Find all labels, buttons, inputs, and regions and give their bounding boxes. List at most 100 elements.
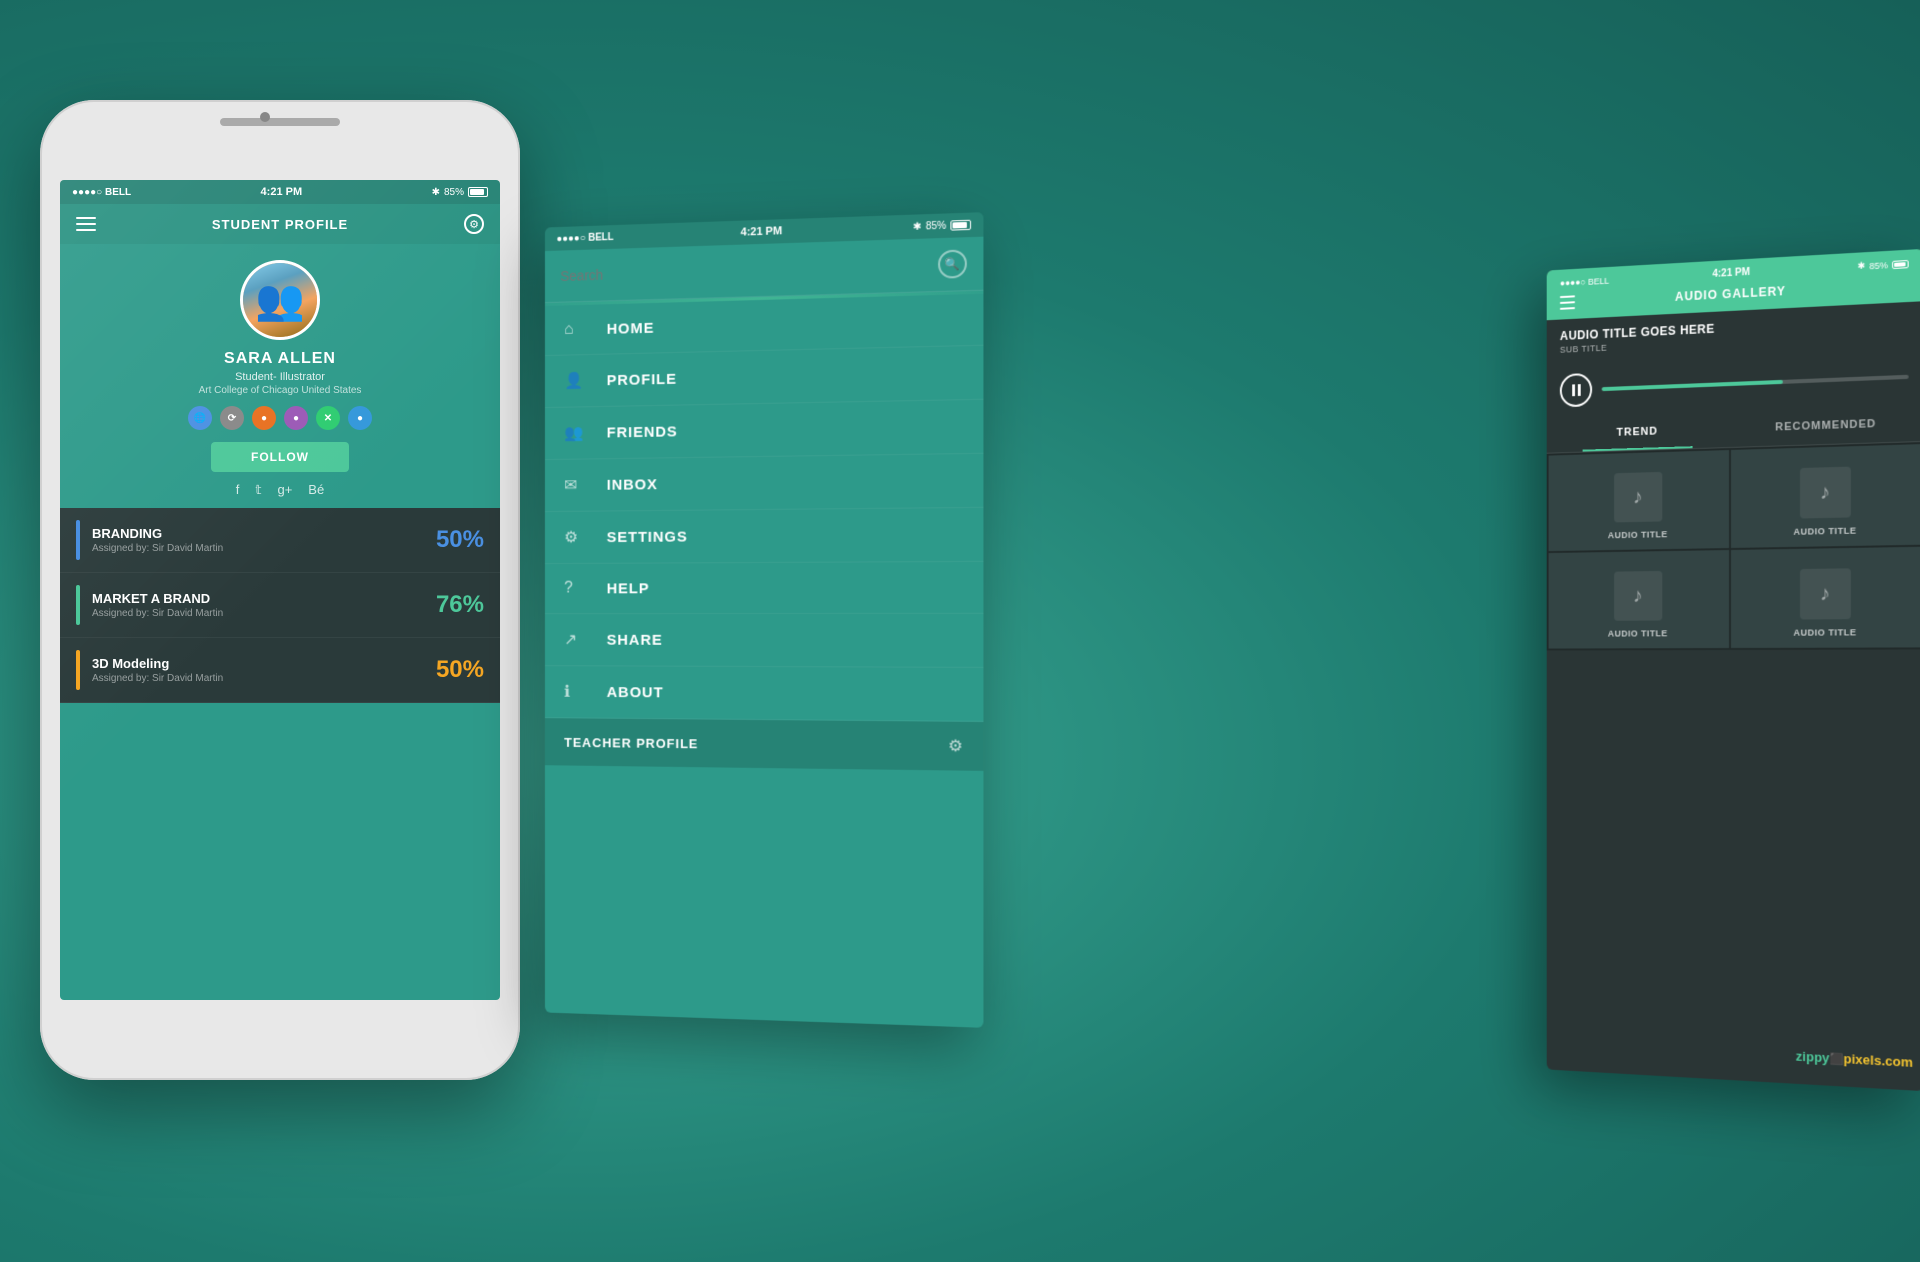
audio-card-3[interactable]: ♪ AUDIO TITLE (1549, 550, 1729, 649)
social-icon-refresh[interactable]: ⟳ (220, 406, 244, 430)
menu-label-home: HOME (607, 319, 655, 337)
battery-3: ✱ 85% (1857, 258, 1908, 272)
skill-name-3: 3D Modeling (92, 656, 436, 671)
pause-bar-left (1572, 384, 1575, 396)
menu-item-inbox[interactable]: ✉ INBOX (545, 454, 983, 512)
skill-bar-3d (76, 650, 80, 690)
battery-bar-3 (1892, 259, 1909, 268)
behance-link[interactable]: Bé (308, 482, 324, 498)
phone1-body: ●●●●○ BELL 4:21 PM ✱ 85% STUDENT PROFILE… (40, 100, 520, 1080)
menu-label-friends: FRIENDS (607, 423, 678, 441)
bluetooth-icon-1: ✱ (432, 187, 440, 198)
watermark: zippy⬛pixels.com (1796, 1048, 1913, 1070)
menu-item-settings[interactable]: ⚙ SETTINGS (545, 508, 983, 564)
social-icons-row: 🌐 ⟳ ● ● ✕ ● (188, 406, 372, 430)
hamburger-line-3 (76, 229, 96, 231)
audio-card-title-3: AUDIO TITLE (1608, 628, 1668, 638)
skill-percent-3: 50% (436, 656, 484, 684)
battery-percent-1: 85% (444, 187, 464, 198)
battery-bar-1 (468, 187, 488, 197)
watermark-dot: ⬛ (1830, 1053, 1844, 1066)
hamburger-line-2 (76, 223, 96, 225)
menu-item-profile[interactable]: 👤 PROFILE (545, 346, 983, 408)
audio-card-2[interactable]: ♪ AUDIO TITLE (1731, 444, 1920, 548)
twitter-link[interactable]: 𝕥 (255, 482, 261, 498)
social-links: f 𝕥 g+ Bé (236, 482, 324, 498)
skill-percent-1: 50% (436, 526, 484, 554)
menu-item-share[interactable]: ↗ SHARE (545, 614, 983, 668)
skill-name-1: BRANDING (92, 526, 436, 541)
audio-card-1[interactable]: ♪ AUDIO TITLE (1549, 450, 1729, 551)
teacher-profile-gear-icon: ⚙ (948, 736, 963, 757)
watermark-pixels: pixels.com (1843, 1051, 1912, 1070)
follow-button[interactable]: FOLLOW (211, 442, 349, 472)
skill-item-3: 3D Modeling Assigned by: Sir David Marti… (60, 638, 500, 703)
menu-label-inbox: INBOX (607, 476, 658, 493)
search-icon[interactable]: 🔍 (938, 249, 967, 278)
battery-area-1: ✱ 85% (432, 187, 488, 198)
skill-name-2: MARKET A BRAND (92, 591, 436, 606)
music-note-icon-2: ♪ (1799, 467, 1850, 519)
menu-item-help[interactable]: ? HELP (545, 562, 983, 614)
teacher-profile-label: TEACHER PROFILE (564, 735, 698, 751)
phone1-wrapper: ●●●●○ BELL 4:21 PM ✱ 85% STUDENT PROFILE… (40, 100, 520, 1080)
avatar (240, 260, 320, 340)
help-icon: ? (564, 580, 591, 598)
pause-icon (1572, 384, 1581, 396)
about-icon: ℹ (564, 682, 591, 702)
audio-card-title-4: AUDIO TITLE (1793, 627, 1856, 637)
audio-card-4[interactable]: ♪ AUDIO TITLE (1731, 547, 1920, 648)
skill-percent-2: 76% (436, 591, 484, 619)
skill-assigned-3: Assigned by: Sir David Martin (92, 673, 436, 684)
progress-bar[interactable] (1602, 375, 1909, 391)
time-3: 4:21 PM (1712, 267, 1749, 280)
social-icon-orange[interactable]: ● (252, 406, 276, 430)
social-icon-web[interactable]: 🌐 (188, 406, 212, 430)
phone3-screen: ●●●●○ BELL 4:21 PM ✱ 85% AUDIO GALLERY (1547, 249, 1920, 1091)
audio-card-title-2: AUDIO TITLE (1793, 525, 1856, 536)
carrier-2: ●●●●○ BELL (556, 232, 613, 245)
user-title: Student- Illustrator (235, 371, 325, 383)
hamburger-line-a3 (1560, 307, 1575, 310)
teacher-profile-bar[interactable]: TEACHER PROFILE ⚙ (545, 718, 983, 771)
bluetooth-3: ✱ (1857, 260, 1865, 272)
menu-item-about[interactable]: ℹ ABOUT (545, 666, 983, 722)
pause-button[interactable] (1560, 373, 1592, 408)
audio-grid: ♪ AUDIO TITLE ♪ AUDIO TITLE ♪ AUDIO TITL… (1547, 442, 1920, 651)
inbox-icon: ✉ (564, 475, 591, 495)
menu-label-help: HELP (607, 580, 650, 597)
skill-item-2: MARKET A BRAND Assigned by: Sir David Ma… (60, 573, 500, 638)
googleplus-link[interactable]: g+ (277, 482, 292, 498)
battery-fill-2 (952, 222, 967, 229)
skill-assigned-2: Assigned by: Sir David Martin (92, 608, 436, 619)
battery-fill-1 (470, 189, 484, 195)
skill-bar-branding (76, 520, 80, 560)
hamburger-icon-audio[interactable] (1560, 295, 1575, 309)
menu-item-friends[interactable]: 👥 FRIENDS (545, 400, 983, 460)
time-2: 4:21 PM (741, 225, 782, 238)
profile-icon: 👤 (564, 371, 591, 391)
settings-icon-1[interactable]: ⚙ (464, 214, 484, 234)
skill-info-1: BRANDING Assigned by: Sir David Martin (92, 526, 436, 554)
menu-label-settings: SETTINGS (607, 528, 688, 545)
tab-trend[interactable]: TREND (1547, 411, 1730, 453)
facebook-link[interactable]: f (236, 482, 240, 498)
carrier-1: ●●●●○ BELL (72, 187, 131, 198)
avatar-image (243, 263, 317, 337)
skill-info-2: MARKET A BRAND Assigned by: Sir David Ma… (92, 591, 436, 619)
social-icon-blue[interactable]: ● (348, 406, 372, 430)
social-icon-purple[interactable]: ● (284, 406, 308, 430)
hamburger-icon[interactable] (76, 217, 96, 231)
watermark-zippy: zippy (1796, 1048, 1830, 1065)
battery-fill-3 (1894, 262, 1906, 267)
app-title-1: STUDENT PROFILE (212, 217, 348, 232)
skill-info-3: 3D Modeling Assigned by: Sir David Marti… (92, 656, 436, 684)
skill-bar-market (76, 585, 80, 625)
battery-bar-2 (950, 220, 971, 231)
social-icon-green[interactable]: ✕ (316, 406, 340, 430)
music-note-icon-3: ♪ (1614, 571, 1662, 621)
search-input[interactable] (560, 256, 938, 284)
share-icon: ↗ (564, 630, 591, 650)
tab-recommended[interactable]: RECOMMENDED (1730, 404, 1920, 447)
battery-pct-3: 85% (1869, 260, 1888, 271)
